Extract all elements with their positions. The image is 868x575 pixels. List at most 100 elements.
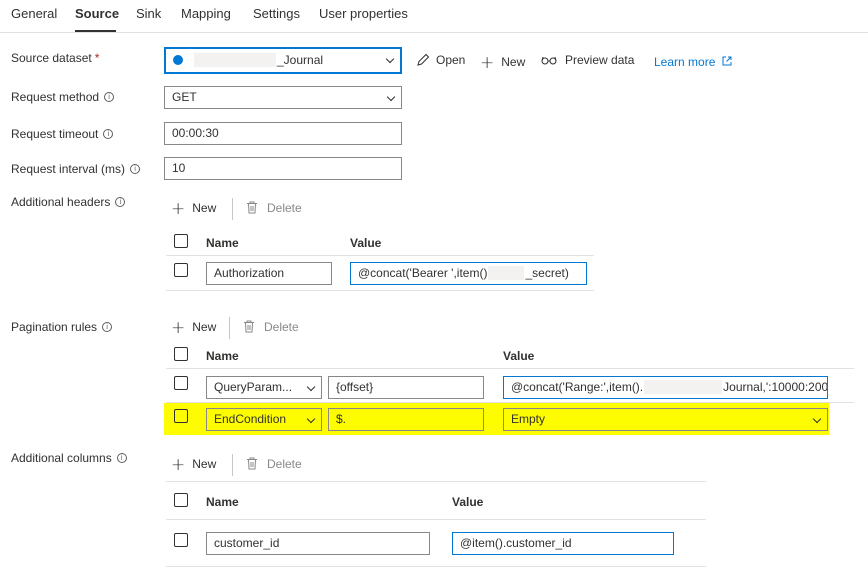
info-icon: i	[104, 92, 115, 102]
endcondition-type-select[interactable]: EndCondition	[206, 408, 322, 431]
endcondition-name-input[interactable]: $.	[328, 408, 484, 431]
source-dataset-label: Source dataset *	[11, 51, 99, 65]
headers-delete-label: Delete	[267, 201, 302, 215]
additional-headers-label: Additional headers i	[11, 195, 126, 209]
chevron-down-icon	[306, 382, 316, 392]
pagination-value-input[interactable]: @concat('Range:',item(). Journal,':10000:…	[503, 376, 828, 399]
columns-new-label: New	[192, 457, 217, 471]
chevron-down-icon	[306, 414, 316, 424]
info-icon: i	[130, 164, 141, 174]
request-timeout-label-text: Request timeout	[11, 127, 99, 141]
dataset-name-mask	[194, 53, 276, 67]
header-row-checkbox[interactable]	[174, 263, 188, 277]
request-interval-label: Request interval (ms) i	[11, 162, 141, 176]
chevron-down-icon	[812, 414, 822, 424]
toolbar-separator	[232, 454, 233, 476]
headers-col-value: Value	[350, 236, 382, 250]
toolbar-separator	[232, 198, 233, 220]
tab-user-properties[interactable]: User properties	[319, 6, 408, 21]
columns-delete-button[interactable]: Delete	[246, 457, 302, 471]
trash-icon	[247, 201, 257, 214]
pagination-new-button[interactable]: + New	[171, 318, 216, 338]
masked-text	[488, 266, 525, 280]
preview-data-button[interactable]: Preview data	[541, 53, 634, 67]
request-method-value: GET	[172, 90, 197, 104]
toolbar-separator	[229, 317, 230, 339]
headers-header-divider	[166, 255, 594, 256]
pagination-value-text: @concat('Range:',item().	[511, 380, 644, 394]
plus-icon: +	[171, 318, 186, 338]
header-value-input[interactable]: @concat('Bearer ',item() _secret)	[350, 262, 587, 285]
plus-icon: +	[480, 53, 495, 73]
source-dataset-select[interactable]: _Journal	[164, 47, 402, 74]
request-method-select[interactable]: GET	[164, 86, 402, 109]
open-label: Open	[436, 53, 466, 67]
request-interval-label-text: Request interval (ms)	[11, 162, 126, 176]
headers-new-label: New	[192, 201, 217, 215]
request-interval-input[interactable]: 10	[164, 157, 402, 180]
open-button[interactable]: Open	[416, 53, 465, 67]
trash-icon	[244, 320, 254, 333]
headers-delete-button[interactable]: Delete	[246, 201, 302, 215]
pagination-header-divider	[166, 368, 854, 369]
column-value-input[interactable]: @item().customer_id	[452, 532, 674, 555]
tab-settings[interactable]: Settings	[253, 6, 300, 21]
request-method-label-text: Request method	[11, 90, 100, 104]
endcondition-value: Empty	[511, 412, 546, 426]
pagination-type-select[interactable]: QueryParam...	[206, 376, 322, 399]
info-icon: i	[103, 129, 114, 139]
chevron-down-icon	[385, 54, 395, 64]
pagination-row-checkbox[interactable]	[174, 376, 188, 390]
columns-row-divider	[166, 566, 706, 567]
plus-icon: +	[171, 455, 186, 475]
pagination-new-label: New	[192, 320, 217, 334]
column-row-checkbox[interactable]	[174, 533, 188, 547]
pagination-col-value: Value	[503, 349, 535, 363]
header-value-tail: _secret)	[525, 266, 569, 280]
pagination-col-name: Name	[206, 349, 239, 363]
column-name-input[interactable]: customer_id	[206, 532, 430, 555]
pagination-delete-button[interactable]: Delete	[243, 320, 299, 334]
columns-new-button[interactable]: + New	[171, 455, 216, 475]
new-label: New	[501, 55, 526, 69]
columns-col-name: Name	[206, 495, 239, 509]
request-timeout-label: Request timeout i	[11, 127, 114, 141]
pencil-icon	[417, 53, 430, 66]
request-timeout-input[interactable]: 00:00:30	[164, 122, 402, 145]
info-icon: i	[116, 453, 127, 463]
source-dataset-label-text: Source dataset	[11, 51, 92, 65]
header-name-input[interactable]: Authorization	[206, 262, 332, 285]
tab-general[interactable]: General	[11, 6, 57, 21]
chevron-down-icon	[386, 92, 396, 102]
learn-more-link[interactable]: Learn more	[654, 55, 732, 69]
headers-col-name: Name	[206, 236, 239, 250]
required-asterisk: *	[94, 51, 100, 65]
header-value-text: @concat('Bearer ',item()	[358, 266, 488, 280]
pagination-type-value: QueryParam...	[214, 380, 293, 394]
preview-data-label: Preview data	[565, 53, 635, 67]
pagination-select-all-checkbox[interactable]	[174, 347, 188, 361]
source-dataset-value: _Journal	[277, 53, 324, 67]
header-select-all-checkbox[interactable]	[174, 234, 188, 248]
tab-mapping[interactable]: Mapping	[181, 6, 231, 21]
headers-new-button[interactable]: + New	[171, 199, 216, 219]
additional-columns-label: Additional columns i	[11, 451, 127, 465]
endcondition-row-checkbox[interactable]	[174, 409, 188, 423]
glasses-icon	[541, 56, 557, 65]
plus-icon: +	[171, 199, 186, 219]
pagination-name-input[interactable]: {offset}	[328, 376, 484, 399]
columns-select-all-checkbox[interactable]	[174, 493, 188, 507]
masked-text	[644, 380, 723, 394]
tab-source[interactable]: Source	[75, 6, 119, 21]
endcondition-type-value: EndCondition	[214, 412, 287, 426]
new-dataset-button[interactable]: + New	[480, 53, 525, 73]
hline-top	[166, 481, 706, 482]
endcondition-value-select[interactable]: Empty	[503, 408, 828, 431]
pagination-value-tail: Journal,':10000:2000')	[723, 380, 828, 394]
tab-sink[interactable]: Sink	[136, 6, 161, 21]
columns-delete-label: Delete	[267, 457, 302, 471]
external-link-icon	[722, 56, 732, 66]
trash-icon	[247, 457, 257, 470]
info-icon: i	[115, 197, 126, 207]
pagination-delete-label: Delete	[264, 320, 299, 334]
